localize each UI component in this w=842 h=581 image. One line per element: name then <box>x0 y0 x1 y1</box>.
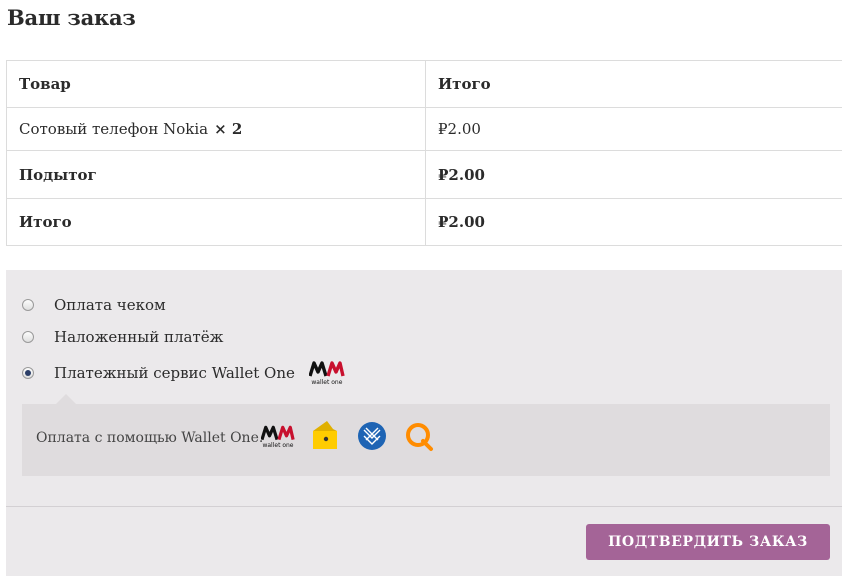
table-header-row: Товар Итого <box>6 60 842 108</box>
order-review-table: Товар Итого Сотовый телефон Nokia × 2 ₽2.… <box>6 60 842 246</box>
payment-method-cheque[interactable]: Оплата чеком <box>22 296 166 314</box>
payment-icons: wallet one <box>261 418 435 454</box>
qiwi-icon <box>403 418 435 454</box>
payment-section: Оплата чеком Наложенный платёж Платежный… <box>6 270 842 576</box>
total-value: ₽2.00 <box>438 213 485 231</box>
table-row: Сотовый телефон Nokia × 2 ₽2.00 <box>6 107 842 151</box>
product-total: ₽2.00 <box>425 107 842 151</box>
total-label: Итого <box>6 198 426 246</box>
header-total: Итого <box>425 60 842 108</box>
place-order-button[interactable]: ПОДТВЕРДИТЬ ЗАКАЗ <box>586 524 830 560</box>
payment-method-label: Платежный сервис Wallet One <box>54 364 295 382</box>
product-cell: Сотовый телефон Nokia × 2 <box>6 107 426 151</box>
payment-description: Оплата с помощью Wallet One. <box>36 430 264 446</box>
payment-method-walletone[interactable]: Платежный сервис Wallet One wallet one <box>22 360 345 386</box>
webmoney-icon <box>356 418 388 454</box>
page-title: Ваш заказ <box>7 5 136 30</box>
subtotal-label: Подытог <box>6 150 426 199</box>
payment-description-box: Оплата с помощью Wallet One. wallet one <box>22 394 830 476</box>
product-quantity: × 2 <box>214 120 243 138</box>
payment-method-label: Оплата чеком <box>54 296 166 314</box>
wallet-one-mark-icon <box>308 361 345 377</box>
header-product: Товар <box>6 60 426 108</box>
payment-method-cod[interactable]: Наложенный платёж <box>22 328 223 346</box>
radio-walletone[interactable] <box>22 367 34 379</box>
wallet-one-logo: wallet one <box>308 360 345 386</box>
radio-cheque[interactable] <box>22 299 34 311</box>
yandex-money-icon <box>309 418 341 454</box>
payment-divider <box>6 506 842 507</box>
product-name: Сотовый телефон Nokia <box>19 120 209 138</box>
total-row: Итого ₽2.00 <box>6 198 842 246</box>
subtotal-row: Подытог ₽2.00 <box>6 150 842 199</box>
wallet-one-caption: wallet one <box>311 379 343 386</box>
payment-method-label: Наложенный платёж <box>54 328 224 346</box>
subtotal-value: ₽2.00 <box>425 150 842 199</box>
radio-cod[interactable] <box>22 331 34 343</box>
wallet-one-icon: wallet one <box>261 418 295 454</box>
